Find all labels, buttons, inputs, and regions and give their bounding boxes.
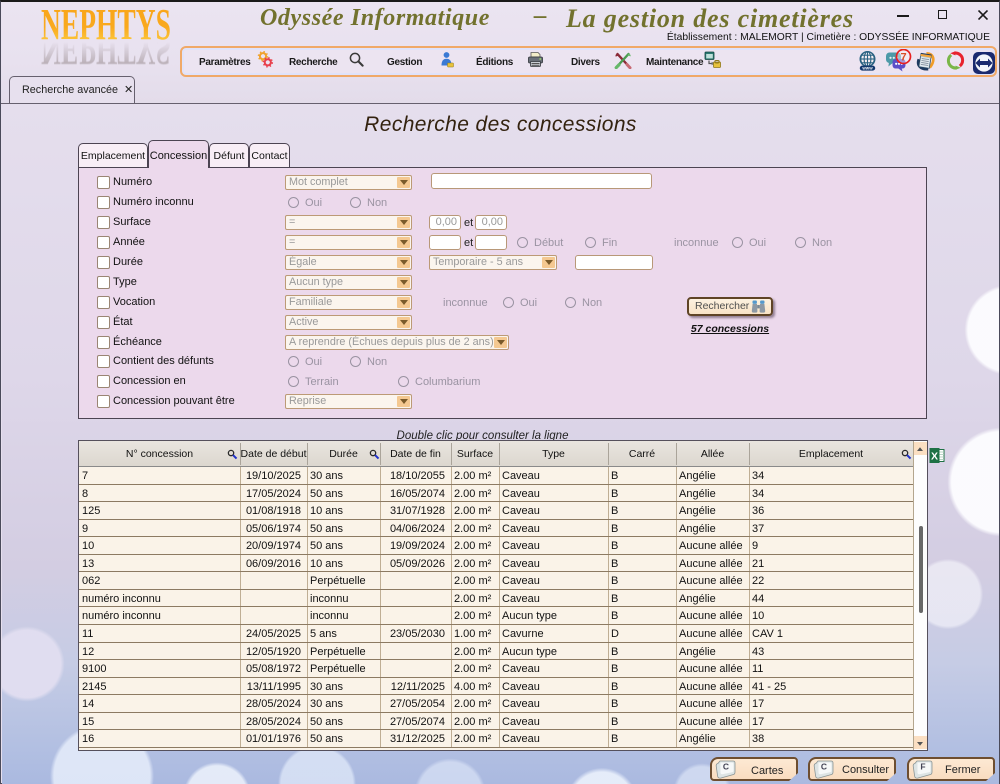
svg-text:F: F	[920, 762, 925, 772]
svg-text:C: C	[821, 762, 827, 772]
svg-text:X: X	[931, 451, 938, 463]
svg-text:C: C	[723, 762, 729, 772]
svg-text:7: 7	[900, 52, 906, 64]
svg-text:WWW: WWW	[862, 67, 873, 71]
